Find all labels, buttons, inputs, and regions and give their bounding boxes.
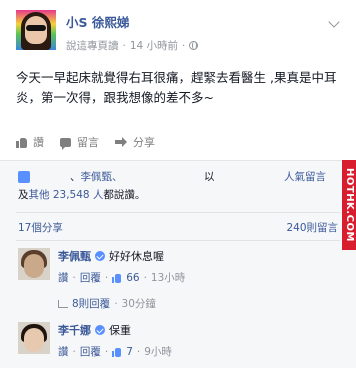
globe-icon[interactable] [189,41,199,50]
like-count-icon [112,273,122,283]
comment-like-button[interactable]: 讚 [58,270,69,285]
like-count-icon [112,347,122,357]
post-text: 今天一早起床就覺得右耳很痛，趕緊去看醫生 ,果真是中耳炎，第一次得，跟我想像的差… [16,70,337,105]
comment-label: 留言 [77,136,99,149]
commenter-avatar[interactable] [18,322,50,354]
replies-link[interactable]: 8則回覆 [72,296,110,311]
separator-dot: · [122,39,126,52]
like-badge-icon [18,171,30,183]
replies-time: 30分鐘 [121,298,156,310]
author-name[interactable]: 小S 徐熙娣 [66,12,129,31]
verified-icon [95,325,105,335]
watermark: HOTHK.COM [342,160,356,250]
like-button[interactable]: 讚 [16,134,44,150]
like-label: 讚 [33,136,44,149]
post-actions: 讚 留言 分享 [16,132,155,152]
commenter-avatar[interactable] [18,248,50,280]
post-source[interactable]: 說這專頁讀 [66,38,119,53]
likes-mid-text: 以 [204,171,215,183]
comment-time[interactable]: 9小時 [144,344,172,359]
comment-button[interactable]: 留言 [60,134,99,150]
share-icon [115,137,127,147]
reply-arrow-icon [58,299,68,308]
post-time[interactable]: 14 小時前 [130,38,178,53]
share-label: 分享 [133,136,155,149]
divider [16,212,340,213]
like-icon [16,137,27,148]
commenter-name[interactable]: 李千娜 [58,322,91,338]
comment-text: 保重 [109,324,131,337]
others-liked-link[interactable]: 其他 23,548 人 [29,189,104,201]
liker-link[interactable]: 、李佩甄、 [70,168,123,186]
commenter-name[interactable]: 李佩甄 [58,248,91,264]
shares-count-link[interactable]: 17個分享 [18,220,63,235]
chevron-down-icon[interactable] [328,16,340,28]
comment-reply-button[interactable]: 回覆 [80,344,101,359]
post-header: 小S 徐熙娣 說這專頁讀 · 14 小時前 · [0,0,356,62]
comments-count-link[interactable]: 240則留言 [286,220,338,235]
comment-likes-count[interactable]: 7 [126,346,133,358]
likes-line2: 及其他 23,548 人都說讚。 [18,189,146,201]
comment-text: 好好休息喔 [109,250,164,263]
likes-summary: 、李佩甄、 以 人氣留言 及其他 23,548 人都說讚。 [18,168,338,204]
author-avatar[interactable] [16,10,56,50]
comment-reply-button[interactable]: 回覆 [80,270,101,285]
divider [16,240,340,241]
separator-dot: · [182,39,186,52]
comment-likes-count[interactable]: 66 [126,272,139,284]
post-meta: 說這專頁讀 · 14 小時前 · [66,38,199,53]
shares-row: 17個分享 240則留言 [18,220,338,235]
view-replies[interactable]: 8則回覆 · 30分鐘 [58,296,156,311]
top-comments-link[interactable]: 人氣留言 [284,168,326,186]
share-button[interactable]: 分享 [115,134,155,150]
comment-time[interactable]: 13小時 [151,270,185,285]
verified-icon [95,251,105,261]
comment-like-button[interactable]: 讚 [58,344,69,359]
comment-icon [60,137,71,150]
